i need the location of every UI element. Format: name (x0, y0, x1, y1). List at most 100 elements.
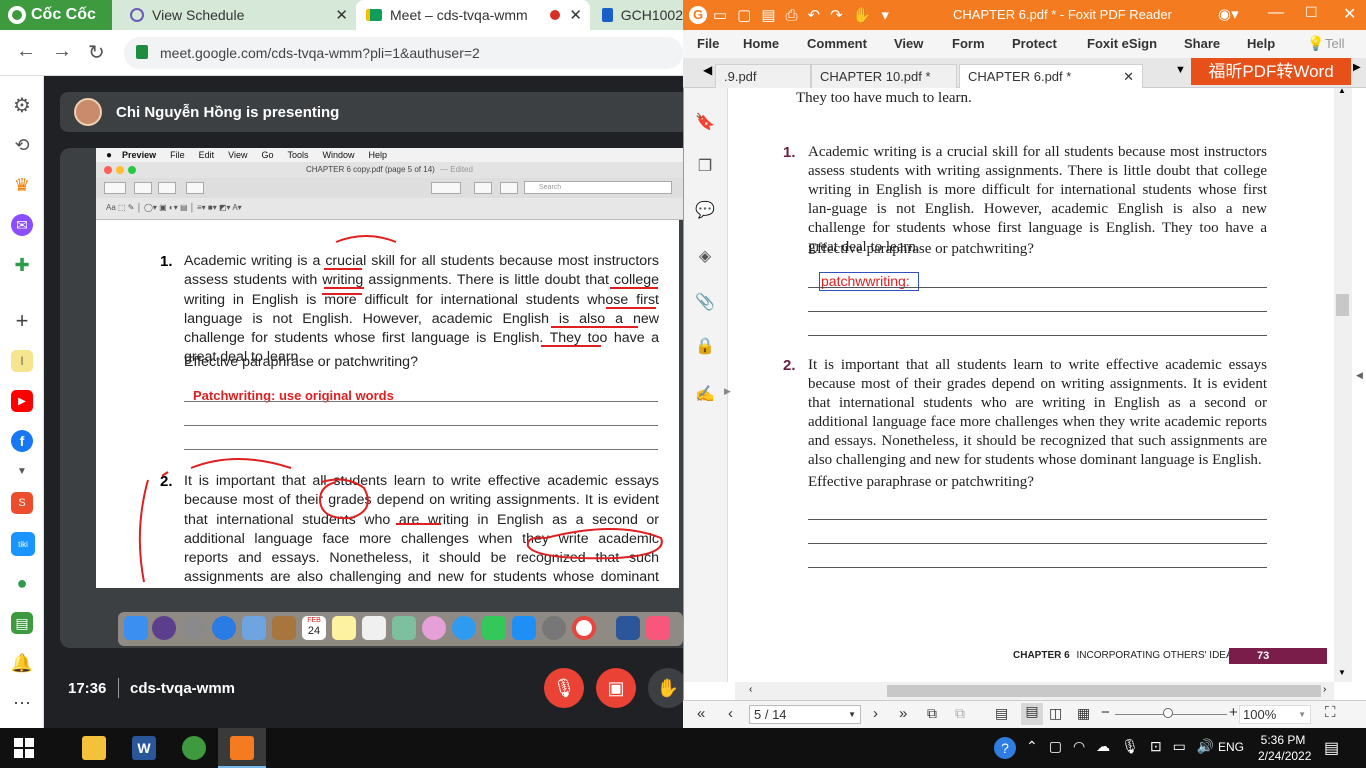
close-icon[interactable]: ✕ (335, 6, 348, 24)
facing-icon[interactable]: ◫ (1049, 705, 1062, 722)
close-icon[interactable]: ✕ (1123, 69, 1134, 85)
language-indicator[interactable]: ENG (1218, 740, 1244, 754)
tab-chapter-6[interactable]: CHAPTER 6.pdf * ✕ (959, 64, 1143, 88)
menu-share[interactable]: Share (1184, 36, 1220, 51)
page-input[interactable]: 5 / 14 ▼ (749, 705, 861, 724)
account-icon[interactable]: ◉▾ (1218, 5, 1239, 23)
horizontal-scrollbar[interactable]: ‹ › (735, 682, 1334, 700)
scroll-down-icon[interactable]: ▼ (1338, 668, 1346, 677)
attachment-icon[interactable]: 📎 (694, 292, 716, 314)
forward-icon[interactable]: → (52, 40, 72, 63)
foxit-taskbar-button[interactable] (218, 728, 266, 768)
url-input[interactable]: meet.google.com/cds-tvqa-wmm?pli=1&authu… (124, 37, 683, 69)
pages-icon[interactable]: ❐ (694, 156, 716, 178)
coccoc-map-icon[interactable]: ● (11, 572, 33, 594)
mic-off-button[interactable]: 🎙 (544, 668, 584, 708)
history-icon[interactable]: ⟲ (11, 134, 33, 156)
layers-icon[interactable]: ◈ (694, 246, 716, 268)
tab-meet[interactable]: Meet – cds-tvqa-wmm ✕ (356, 0, 590, 30)
camera-off-button[interactable]: ▣ (596, 668, 636, 708)
crown-icon[interactable]: ♛ (11, 174, 33, 196)
gear-icon[interactable]: ⚙ (11, 94, 33, 117)
maximize-icon[interactable]: ☐ (1305, 4, 1318, 21)
menu-file[interactable]: File (697, 36, 719, 51)
fullscreen-icon[interactable]: ⛶ (1325, 704, 1336, 721)
lightbulb-icon[interactable]: 💡 (1307, 35, 1324, 52)
right-panel-toggle-icon[interactable]: ◀ (1356, 370, 1363, 381)
tab-view-schedule[interactable]: View Schedule ✕ (120, 0, 356, 30)
typewriter-input[interactable]: patchwwriting: (819, 272, 919, 291)
bell-icon[interactable]: 🔔 (11, 652, 33, 674)
back-icon[interactable]: ← (16, 40, 36, 63)
comment-icon[interactable]: 💬 (694, 200, 716, 222)
chevron-down-icon: ▼ (848, 710, 856, 719)
shopee-icon[interactable]: S (11, 492, 33, 514)
menu-view[interactable]: View (894, 36, 923, 51)
zoom-select[interactable]: 100% ▼ (1239, 705, 1311, 724)
help-icon[interactable]: ? (994, 737, 1016, 759)
signature-icon[interactable]: ✍ (694, 384, 716, 406)
clock[interactable]: 5:36 PM 2/24/2022 (1258, 732, 1311, 764)
tab-scroll-left-icon[interactable]: ◀ (703, 63, 712, 77)
insert-icon[interactable]: ⧉ (955, 705, 965, 722)
extract-icon[interactable]: ⧉ (927, 705, 937, 722)
last-page-icon[interactable]: » (899, 705, 907, 722)
tab-chapter-10[interactable]: CHAPTER 10.pdf * (811, 64, 957, 88)
scroll-left-icon[interactable]: ‹ (749, 684, 752, 695)
zoom-in-icon[interactable]: + (1229, 704, 1238, 721)
notification-icon[interactable]: ▤ (1324, 738, 1339, 758)
tab-pdf-9[interactable]: .9.pdf (715, 64, 811, 88)
panel-expand-icon[interactable]: ▶ (724, 386, 731, 397)
minimize-icon[interactable]: — (1268, 4, 1284, 22)
cont-facing-icon[interactable]: ▦ (1077, 705, 1090, 722)
close-icon[interactable]: ✕ (569, 6, 582, 24)
sheet-icon[interactable]: ▤ (11, 612, 33, 634)
quick-access-icons[interactable]: ▭▢▤⎙↶↷✋▾ (713, 6, 899, 24)
menu-foxit-esign[interactable]: Foxit eSign (1087, 36, 1157, 51)
chevron-down-icon[interactable]: ▼ (11, 460, 33, 482)
youtube-icon[interactable]: ▶ (11, 390, 33, 412)
continuous-icon[interactable]: ▤ (1021, 703, 1043, 725)
prev-page-icon[interactable]: ‹ (728, 705, 733, 722)
single-page-icon[interactable]: ▤ (995, 705, 1008, 722)
bookmark-icon[interactable]: 🔖 (694, 112, 716, 134)
scroll-thumb[interactable] (1336, 294, 1349, 316)
facebook-icon[interactable]: f (11, 430, 33, 452)
messenger-icon[interactable]: ✉ (11, 214, 33, 236)
add-icon[interactable]: + (11, 308, 33, 333)
tab-list-icon[interactable]: ▼ (1175, 64, 1186, 76)
windows-start-icon[interactable] (14, 738, 34, 758)
menu-help[interactable]: Help (1247, 36, 1275, 51)
more-icon[interactable]: ⋯ (11, 692, 33, 714)
scroll-right-icon[interactable]: › (1323, 684, 1326, 695)
rotate-icon (474, 182, 492, 194)
reload-icon[interactable]: ↻ (88, 40, 105, 65)
next-page-icon[interactable]: › (873, 705, 878, 722)
close-icon[interactable]: ✕ (1343, 4, 1356, 24)
chevron-right-icon[interactable]: ▶ (1353, 62, 1361, 73)
notes-icon[interactable]: I (11, 350, 33, 372)
raise-hand-button[interactable]: ✋ (648, 668, 688, 708)
tiki-icon[interactable]: tiki (11, 532, 35, 556)
gamepad-icon[interactable]: ✚ (11, 254, 33, 276)
menu-form[interactable]: Form (952, 36, 985, 51)
first-page-icon[interactable]: « (697, 705, 705, 722)
menu-protect[interactable]: Protect (1012, 36, 1057, 51)
zoom-slider-thumb[interactable] (1163, 708, 1173, 718)
promo-banner[interactable]: 福昕PDF转Word (1191, 58, 1351, 85)
tab-gch1002[interactable]: GCH1002 (592, 0, 683, 30)
coccoc-logo[interactable]: Cốc Cốc (0, 0, 112, 30)
zoom-out-icon[interactable]: − (1101, 704, 1110, 721)
vertical-scrollbar[interactable]: ▲ ▼ (1334, 86, 1352, 682)
coccoc-icon[interactable] (182, 736, 206, 760)
menu-comment[interactable]: Comment (807, 36, 867, 51)
system-tray-icons[interactable]: ⌃▢◠☁🎙⊡▭🔊 (1026, 738, 1225, 755)
zoom-out-icon (134, 182, 152, 194)
file-explorer-icon[interactable] (82, 736, 106, 760)
scroll-up-icon[interactable]: ▲ (1338, 86, 1346, 95)
menu-home[interactable]: Home (743, 36, 779, 51)
hscroll-thumb[interactable] (887, 685, 1321, 697)
word-icon[interactable]: W (132, 736, 156, 760)
menu-tell-me[interactable]: Tell (1325, 36, 1345, 51)
security-icon[interactable]: 🔒 (694, 336, 716, 358)
